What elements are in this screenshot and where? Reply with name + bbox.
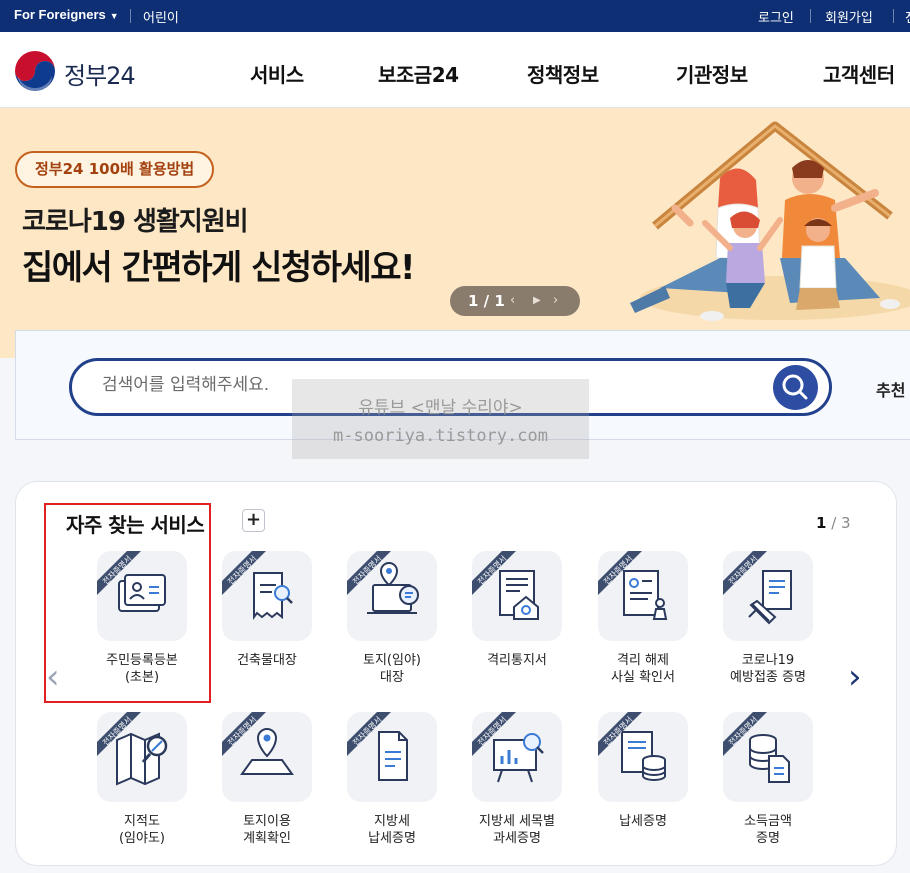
service-label[interactable]: 지방세 세목별 과세증명	[447, 813, 587, 847]
watermark-overlay: 유튜브 <맨날 수리야> m-sooriya.tistory.com	[292, 379, 589, 459]
service-label[interactable]: 토지이용 계획확인	[197, 813, 337, 847]
e-certificate-badge-text: 전자증명서	[225, 714, 258, 747]
hero-tag-pill[interactable]: 정부24 100배 활용방법	[15, 151, 215, 188]
caret-down-icon: ▼	[109, 11, 119, 21]
receipt-search-icon: 전자증명서	[222, 551, 293, 620]
service-tile[interactable]: 전자증명서	[347, 551, 437, 641]
join-link[interactable]: 회원가입	[825, 7, 873, 26]
banner-prev-icon[interactable]: ‹	[510, 286, 515, 316]
nav-agency-info[interactable]: 기관정보	[676, 59, 748, 88]
document-icon: 전자증명서	[347, 712, 408, 781]
service-tile[interactable]: 전자증명서	[472, 551, 562, 641]
service-label[interactable]: 격리 해제 사실 확인서	[573, 652, 713, 686]
service-tile[interactable]: 전자증명서	[723, 551, 813, 641]
service-label[interactable]: 건축물대장	[197, 652, 337, 669]
service-tile[interactable]: 전자증명서	[472, 712, 562, 802]
search-button[interactable]	[773, 365, 818, 410]
service-tile[interactable]: 전자증명서	[598, 551, 688, 641]
family-illustration	[630, 121, 910, 321]
hero-headline: 집에서 간편하게 신청하세요!	[22, 248, 416, 288]
service-tile[interactable]: 전자증명서	[598, 712, 688, 802]
service-label[interactable]: 토지(임야) 대장	[322, 652, 462, 686]
service-label[interactable]: 납세증명	[573, 813, 713, 830]
government-emblem-icon[interactable]	[14, 50, 56, 92]
map-pin-icon: 전자증명서	[222, 712, 294, 775]
service-label[interactable]: 코로나19 예방접종 증명	[698, 652, 838, 686]
hero-banner[interactable]: 정부24 100배 활용방법 코로나19 생활지원비 집에서 간편하게 신청하세…	[0, 108, 910, 358]
search-icon	[782, 374, 808, 400]
divider	[810, 9, 811, 23]
service-label[interactable]: 격리통지서	[447, 652, 587, 669]
site-logo-text[interactable]: 정부24	[64, 56, 136, 91]
service-label[interactable]: 지적도 (임야도)	[72, 813, 212, 847]
map-search-icon: 전자증명서	[97, 712, 168, 786]
watermark-line-1: 유튜브 <맨날 수리야>	[358, 398, 523, 418]
laptop-location-icon: 전자증명서	[347, 551, 419, 614]
e-certificate-badge-text: 전자증명서	[350, 553, 383, 586]
document-coins-icon: 전자증명서	[598, 712, 666, 781]
divider	[893, 9, 894, 23]
e-certificate-badge: 전자증명서	[723, 551, 767, 595]
service-tile[interactable]: 전자증명서	[222, 712, 312, 802]
banner-play-icon[interactable]: ▶	[533, 286, 541, 316]
service-tile[interactable]: 전자증명서	[97, 712, 187, 802]
e-certificate-badge-text: 전자증명서	[726, 553, 759, 586]
banner-pager: 1 / 1 ‹ ▶ ›	[450, 286, 580, 316]
kids-link[interactable]: 어린이	[143, 7, 179, 26]
document-house-icon: 전자증명서	[472, 551, 539, 620]
document-stamp-icon: 전자증명서	[598, 551, 668, 620]
watermark-line-2: m-sooriya.tistory.com	[333, 426, 548, 446]
document-syringe-icon: 전자증명서	[723, 551, 792, 625]
site-header: 정부24 서비스 보조금24 정책정보 기관정보 고객센터	[0, 32, 910, 108]
hero-subtitle: 코로나19 생활지원비	[22, 207, 249, 237]
banner-next-icon[interactable]: ›	[553, 286, 558, 316]
cut-off-link[interactable]: 전	[905, 7, 910, 26]
nav-customer-center[interactable]: 고객센터	[823, 59, 895, 88]
service-tile[interactable]: 전자증명서	[347, 712, 437, 802]
services-page-indicator: 1 / 3	[816, 514, 851, 532]
banner-page-count: 1 / 1	[468, 292, 505, 310]
utility-bar: For Foreigners▼ 어린이 로그인 회원가입 전	[0, 0, 910, 32]
service-label[interactable]: 소득금액 증명	[698, 813, 838, 847]
service-tile[interactable]: 전자증명서	[723, 712, 813, 802]
service-label[interactable]: 지방세 납세증명	[322, 813, 462, 847]
for-foreigners-label: For Foreigners	[14, 7, 106, 22]
services-page-current: 1	[816, 514, 827, 532]
nav-services[interactable]: 서비스	[250, 59, 304, 88]
nav-policy-info[interactable]: 정책정보	[527, 59, 599, 88]
chart-board-icon: 전자증명서	[472, 712, 544, 783]
services-next-arrow-icon[interactable]: ›	[848, 660, 862, 694]
divider	[130, 9, 131, 23]
highlight-box	[44, 503, 211, 703]
services-page-total: / 3	[826, 514, 851, 532]
recommend-keywords-label[interactable]: 추천	[876, 377, 905, 401]
coins-document-icon: 전자증명서	[723, 712, 790, 783]
login-link[interactable]: 로그인	[758, 7, 794, 26]
for-foreigners-menu[interactable]: For Foreigners ▼	[14, 7, 119, 22]
add-service-button[interactable]: +	[242, 509, 265, 532]
nav-subsidy24[interactable]: 보조금24	[378, 59, 459, 88]
service-tile[interactable]: 전자증명서	[222, 551, 312, 641]
